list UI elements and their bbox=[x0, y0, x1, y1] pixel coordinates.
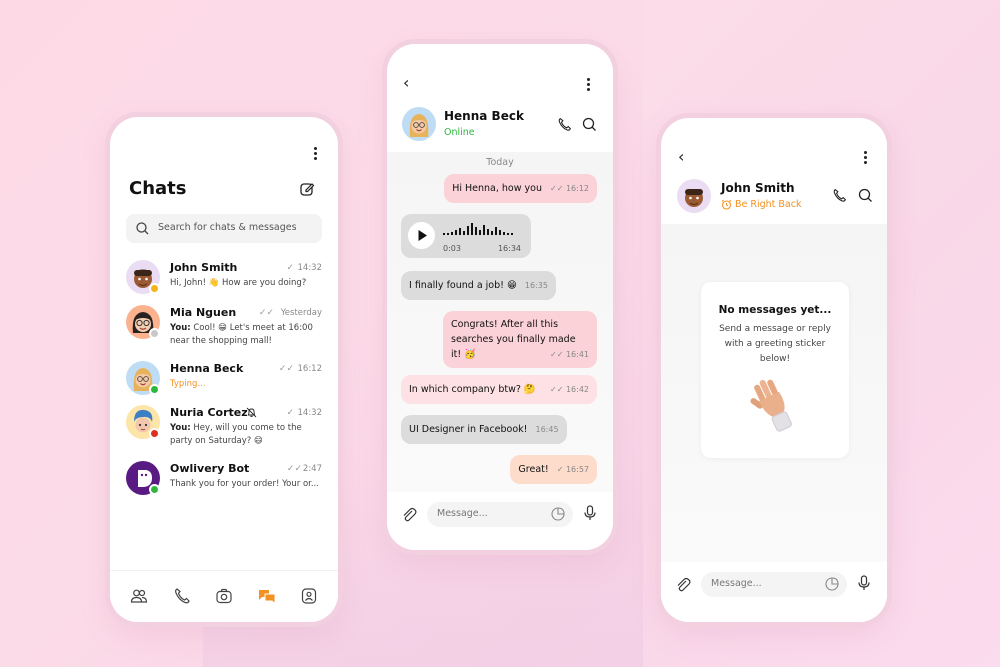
voice-duration: 0:03 bbox=[443, 244, 461, 253]
status-online-dot bbox=[149, 484, 160, 495]
contact-avatar[interactable] bbox=[402, 107, 436, 141]
search-icon[interactable] bbox=[858, 188, 873, 203]
chat-time: 14:32 bbox=[297, 263, 323, 273]
double-check-icon: ✓✓ bbox=[258, 308, 274, 318]
back-chevron-icon[interactable]: ‹ bbox=[403, 73, 409, 92]
search-input[interactable]: Search for chats & messages bbox=[126, 214, 322, 243]
message-incoming[interactable]: UI Designer in Facebook! 16:45 bbox=[401, 415, 567, 444]
chats-list-phone: Chats Search for chats & messages John S… bbox=[110, 117, 338, 622]
chat-preview: You: Cool! 😁 Let's meet at 16:00 near th… bbox=[170, 323, 313, 346]
bottom-nav bbox=[110, 570, 338, 622]
users-icon[interactable] bbox=[130, 587, 148, 605]
search-icon bbox=[136, 222, 149, 235]
chat-preview: Thank you for your order! Your or... bbox=[170, 479, 319, 489]
search-icon[interactable] bbox=[582, 117, 597, 132]
camera-icon[interactable] bbox=[215, 587, 233, 605]
chat-time: 16:12 bbox=[297, 364, 323, 374]
muted-bell-icon bbox=[246, 407, 257, 418]
more-vertical-icon[interactable] bbox=[863, 151, 867, 164]
chat-time: 2:47 bbox=[302, 464, 322, 474]
chat-name: Nuria Cortez bbox=[170, 406, 248, 419]
microphone-icon[interactable] bbox=[857, 575, 871, 591]
edit-icon[interactable] bbox=[299, 181, 315, 197]
paperclip-icon[interactable] bbox=[675, 577, 691, 593]
chat-time: 14:32 bbox=[297, 408, 323, 418]
empty-state-title: No messages yet... bbox=[718, 304, 832, 316]
chat-row-nuria-cortez[interactable]: Nuria Cortez ✓ 14:32 You: Hey, will you … bbox=[126, 405, 326, 453]
double-check-icon: ✓✓ bbox=[278, 364, 294, 374]
message-outgoing[interactable]: Great! ✓ 16:57 bbox=[510, 455, 597, 484]
status-offline-dot bbox=[149, 328, 160, 339]
chat-time: Yesterday bbox=[280, 308, 322, 318]
waveform bbox=[443, 223, 513, 235]
play-button[interactable] bbox=[408, 222, 435, 249]
chat-name: John Smith bbox=[170, 261, 238, 274]
status-busy-dot bbox=[149, 428, 160, 439]
single-check-icon: ✓ bbox=[286, 408, 294, 418]
profile-icon[interactable] bbox=[300, 587, 318, 605]
microphone-icon[interactable] bbox=[583, 505, 597, 521]
single-check-icon: ✓ bbox=[286, 263, 294, 273]
more-vertical-icon[interactable] bbox=[586, 78, 590, 91]
status-online-dot bbox=[149, 384, 160, 395]
chat-preview: Hi, John! 👋 How are you doing? bbox=[170, 278, 307, 288]
message-composer: Message... bbox=[387, 492, 613, 550]
typing-indicator: Typing... bbox=[170, 379, 206, 389]
phone-icon[interactable] bbox=[557, 117, 572, 132]
voice-message[interactable]: 0:03 16:34 bbox=[401, 214, 531, 258]
message-incoming[interactable]: I finally found a job! 😁 16:35 bbox=[401, 271, 556, 300]
message-outgoing[interactable]: In which company btw? 🤔 ✓✓ 16:42 bbox=[401, 375, 597, 404]
phone-icon[interactable] bbox=[173, 587, 191, 605]
chat-row-mia-nguen[interactable]: Mia Nguen ✓✓ Yesterday You: Cool! 😁 Let'… bbox=[126, 305, 326, 353]
contact-name: Henna Beck bbox=[444, 109, 524, 123]
chat-name: Mia Nguen bbox=[170, 306, 237, 319]
message-input[interactable]: Message... bbox=[427, 502, 573, 527]
empty-conversation-phone: ‹ John Smith Be Right Back No messages y… bbox=[661, 118, 887, 622]
chat-preview: You: Hey, will you come to the party on … bbox=[170, 423, 302, 446]
chat-bubbles-icon[interactable] bbox=[258, 587, 276, 605]
chat-row-henna-beck[interactable]: Henna Beck ✓✓ 16:12 Typing... bbox=[126, 361, 326, 397]
back-chevron-icon[interactable]: ‹ bbox=[678, 147, 684, 166]
chat-name: Owlivery Bot bbox=[170, 462, 250, 475]
day-separator: Today bbox=[486, 157, 514, 168]
alarm-clock-icon bbox=[721, 199, 732, 210]
chat-name: Henna Beck bbox=[170, 362, 244, 375]
conversation-phone: ‹ Henna Beck Online Today Hi Henna, how … bbox=[387, 44, 613, 550]
message-area: No messages yet... Send a message or rep… bbox=[661, 224, 887, 562]
play-icon bbox=[418, 230, 427, 241]
chat-row-owlivery-bot[interactable]: Owlivery Bot ✓✓ 2:47 Thank you for your … bbox=[126, 461, 326, 497]
message-input[interactable]: Message... bbox=[701, 572, 847, 597]
page-title: Chats bbox=[129, 178, 187, 199]
contact-name: John Smith bbox=[721, 181, 795, 195]
empty-state-text: Send a message or reply with a greeting … bbox=[719, 324, 831, 364]
phone-icon[interactable] bbox=[832, 188, 847, 203]
search-placeholder: Search for chats & messages bbox=[158, 222, 297, 233]
message-composer: Message... bbox=[661, 562, 887, 622]
chat-row-john-smith[interactable]: John Smith ✓ 14:32 Hi, John! 👋 How are y… bbox=[126, 260, 326, 296]
message-time: 16:34 bbox=[497, 244, 521, 253]
more-vertical-icon[interactable] bbox=[313, 147, 317, 160]
sticker-icon[interactable] bbox=[551, 507, 565, 521]
double-check-icon: ✓✓ bbox=[286, 464, 302, 474]
waving-hand-sticker[interactable] bbox=[745, 375, 805, 439]
status-away-dot bbox=[149, 283, 160, 294]
contact-avatar[interactable] bbox=[677, 179, 711, 213]
paperclip-icon[interactable] bbox=[401, 507, 417, 523]
message-outgoing[interactable]: Hi Henna, how you ✓✓ 16:12 bbox=[444, 174, 597, 203]
empty-state-card: No messages yet... Send a message or rep… bbox=[701, 282, 849, 458]
message-area: Today Hi Henna, how you ✓✓ 16:12 0:03 16:… bbox=[387, 152, 613, 492]
message-outgoing[interactable]: Congrats! After all this searches you fi… bbox=[443, 311, 597, 368]
contact-status: Be Right Back bbox=[735, 199, 802, 210]
sticker-icon[interactable] bbox=[825, 577, 839, 591]
contact-status: Online bbox=[444, 127, 475, 138]
